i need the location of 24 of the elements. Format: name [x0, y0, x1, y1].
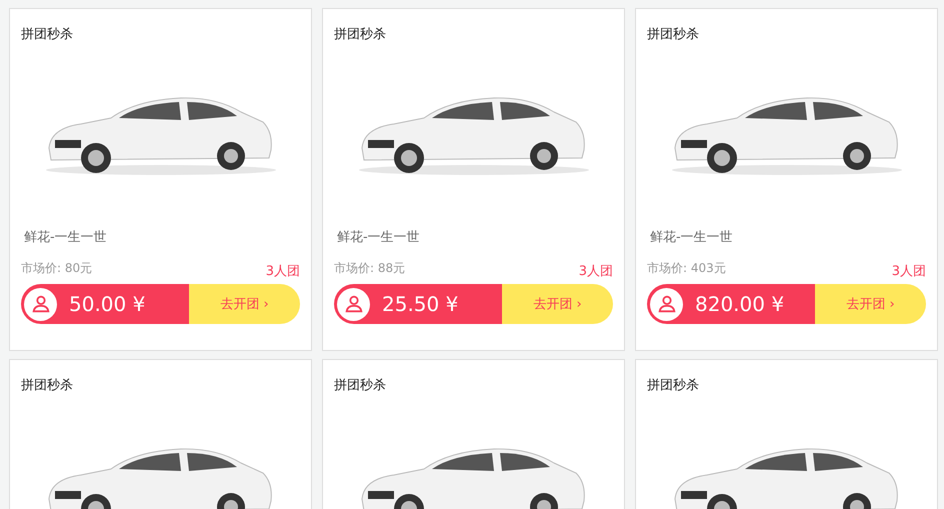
card-title: 拼团秒杀	[647, 377, 700, 394]
market-price: 市场价: 403元	[647, 260, 726, 277]
product-name: 鲜花-一生一世	[24, 229, 108, 246]
card-title: 拼团秒杀	[21, 377, 74, 394]
group-size: 3人团	[578, 263, 613, 280]
product-name: 鲜花-一生一世	[650, 229, 734, 246]
group-price: 50.00 ¥	[69, 292, 146, 316]
market-price: 市场价: 88元	[334, 260, 406, 277]
group-price: 820.00 ¥	[695, 292, 784, 316]
group-price: 25.50 ¥	[382, 292, 458, 316]
card-title: 拼团秒杀	[21, 26, 74, 43]
start-group-button[interactable]: 去开团 ›	[815, 284, 926, 324]
card-title: 拼团秒杀	[334, 26, 387, 43]
group-icon	[337, 288, 370, 320]
product-name: 鲜花-一生一世	[337, 229, 421, 246]
market-price: 市场价: 80元	[21, 260, 92, 277]
group-size: 3人团	[266, 263, 300, 280]
group-icon	[24, 288, 57, 320]
start-group-button[interactable]: 去开团 ›	[189, 284, 300, 324]
card-title: 拼团秒杀	[647, 26, 700, 43]
card-title: 拼团秒杀	[334, 377, 387, 394]
group-size: 3人团	[892, 263, 926, 280]
group-icon	[650, 288, 683, 320]
start-group-button[interactable]: 去开团 ›	[502, 284, 613, 324]
